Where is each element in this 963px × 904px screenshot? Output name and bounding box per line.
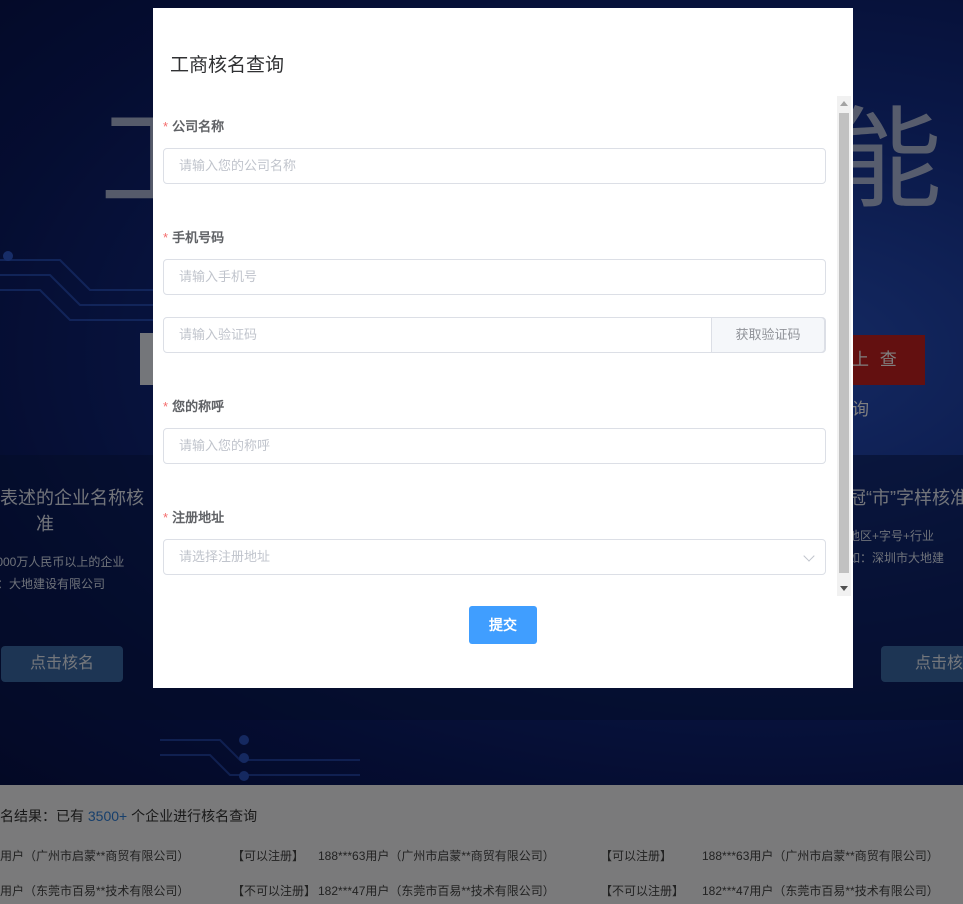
address-label: * 注册地址 [163, 507, 224, 526]
scrollbar-thumb[interactable] [839, 113, 849, 573]
salutation-input[interactable]: 请输入您的称呼 [163, 428, 826, 464]
address-label-text: 注册地址 [172, 510, 225, 525]
form-scroll-area: * 公司名称 请输入您的公司名称 * 手机号码 请输入手机号 请输入验证码 获取验证… [153, 96, 853, 596]
company-name-input[interactable]: 请输入您的公司名称 [163, 148, 826, 184]
verification-code-input[interactable]: 请输入验证码 获取验证码 [163, 317, 826, 353]
name-check-dialog: 工商核名查询 * 公司名称 请输入您的公司名称 * 手机号码 请输入手机号 请输入验… [153, 8, 853, 688]
required-asterisk: * [163, 119, 169, 134]
phone-label-text: 手机号码 [172, 230, 225, 245]
required-asterisk: * [163, 510, 169, 525]
form-scrollbar[interactable] [837, 96, 851, 596]
scroll-up-icon[interactable] [840, 101, 848, 106]
dialog-title: 工商核名查询 [170, 55, 285, 76]
required-asterisk: * [163, 399, 169, 414]
phone-label: * 手机号码 [163, 227, 224, 246]
salutation-label: * 您的称呼 [163, 396, 224, 415]
submit-button[interactable]: 提交 [469, 606, 537, 644]
company-name-label-text: 公司名称 [172, 119, 225, 134]
address-select[interactable]: 请选择注册地址 [163, 539, 826, 575]
salutation-label-text: 您的称呼 [172, 399, 225, 414]
company-name-label: * 公司名称 [163, 116, 224, 135]
get-code-button[interactable]: 获取验证码 [711, 317, 825, 353]
chevron-down-icon [803, 550, 815, 562]
scroll-down-icon[interactable] [840, 586, 848, 591]
verification-code-placeholder: 请输入验证码 [179, 327, 258, 342]
phone-input[interactable]: 请输入手机号 [163, 259, 826, 295]
address-placeholder: 请选择注册地址 [179, 549, 271, 564]
required-asterisk: * [163, 230, 169, 245]
